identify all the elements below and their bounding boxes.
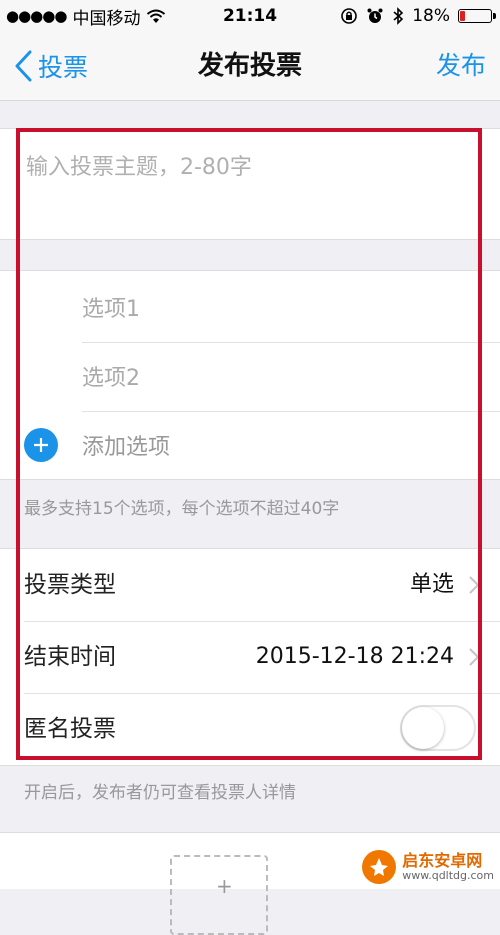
end-time-value: 2015-12-18 21:24	[255, 644, 454, 669]
status-bar: ●●●●● 中国移动 21:14 18%	[0, 0, 500, 32]
option-input-1[interactable]: 选项1	[82, 275, 500, 344]
add-option-label: 添加选项	[82, 435, 171, 460]
watermark-url: www.qdltdg.com	[402, 868, 494, 882]
status-right: 18%	[340, 6, 496, 26]
option-divider	[82, 342, 500, 343]
add-image-button[interactable]: +	[170, 855, 268, 935]
plus-circle-icon	[24, 428, 58, 462]
rotation-lock-icon	[341, 8, 358, 24]
toggle-knob	[402, 707, 444, 749]
add-option-button[interactable]: 添加选项	[0, 411, 500, 479]
chevron-right-icon	[469, 576, 480, 594]
end-time-row[interactable]: 结束时间 2015-12-18 21:24	[0, 621, 500, 693]
watermark-logo-icon	[362, 850, 397, 884]
anonymous-hint: 开启后，发布者仍可查看投票人详情	[24, 783, 296, 803]
vote-type-label: 投票类型	[24, 572, 116, 598]
anonymous-row: 匿名投票	[0, 693, 500, 765]
watermark-name: 启东安卓网	[402, 850, 483, 870]
navigation-bar: 投票 发布投票 发布	[0, 32, 500, 101]
battery-level	[460, 11, 465, 21]
plus-icon: +	[216, 874, 233, 898]
settings-section: 投票类型 单选 结束时间 2015-12-18 21:24 匿名投票	[0, 548, 500, 766]
battery-icon	[458, 9, 496, 23]
watermark: 启东安卓网 www.qdltdg.com	[362, 850, 494, 884]
option-input-2[interactable]: 选项2	[82, 344, 500, 413]
bluetooth-icon	[393, 7, 404, 25]
page-title: 发布投票	[197, 51, 302, 81]
anonymous-toggle[interactable]	[400, 705, 476, 751]
anonymous-label: 匿名投票	[24, 716, 116, 742]
vote-type-row[interactable]: 投票类型 单选	[0, 549, 500, 621]
watermark-text: 启东安卓网 www.qdltdg.com	[402, 850, 494, 882]
battery-percent: 18%	[412, 6, 450, 26]
vote-type-value: 单选	[409, 572, 454, 597]
publish-button[interactable]: 发布	[436, 32, 486, 100]
options-hint: 最多支持15个选项，每个选项不超过40字	[24, 499, 340, 519]
topic-section: 输入投票主题，2-80字	[0, 128, 500, 240]
options-section: 选项1 选项2 添加选项	[0, 270, 500, 480]
alarm-icon	[367, 8, 383, 23]
topic-input[interactable]: 输入投票主题，2-80字	[26, 149, 252, 181]
chevron-right-icon	[469, 648, 480, 666]
end-time-label: 结束时间	[24, 644, 116, 670]
